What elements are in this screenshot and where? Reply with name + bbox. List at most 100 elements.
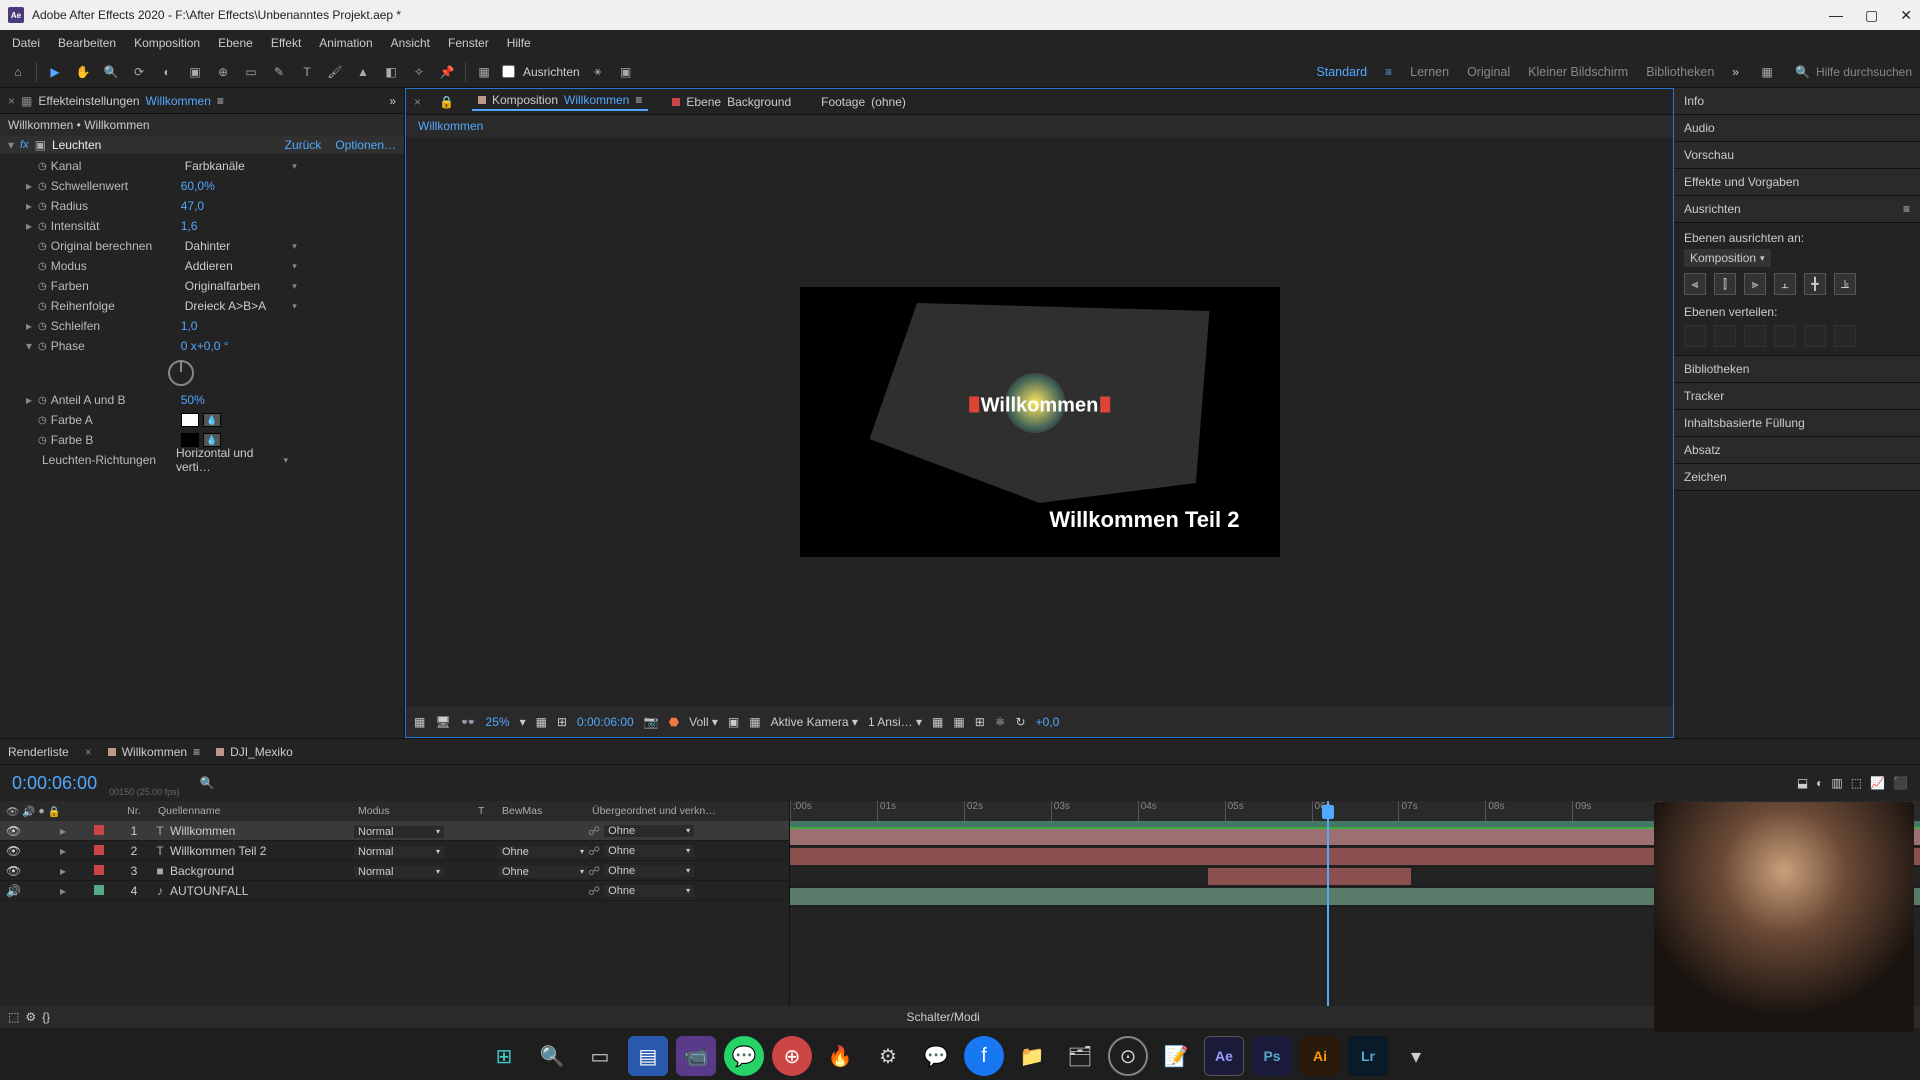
visibility-header-icon[interactable]: 👁 <box>6 805 19 818</box>
preview-panel-header[interactable]: Vorschau <box>1674 142 1920 169</box>
menu-ansicht[interactable]: Ansicht <box>383 32 438 54</box>
viewer-tab-comp[interactable]: Komposition Willkommen ≡ <box>472 93 648 111</box>
intensitaet-value[interactable]: 1,6 <box>181 219 198 233</box>
pixel-aspect-icon[interactable]: ▦ <box>932 715 943 729</box>
flowchart-icon[interactable]: ⚛ <box>995 715 1006 729</box>
menu-ebene[interactable]: Ebene <box>210 32 261 54</box>
workspace-menu-icon[interactable]: ≡ <box>1385 65 1392 79</box>
puppet-tool-icon[interactable]: 📌 <box>437 62 457 82</box>
farben-dropdown[interactable]: Originalfarben▾ <box>181 278 301 294</box>
stopwatch-icon[interactable]: ◷ <box>38 241 47 252</box>
snap-checkbox[interactable] <box>502 65 515 78</box>
maximize-button[interactable]: ▢ <box>1865 7 1878 24</box>
search-input[interactable]: Hilfe durchsuchen <box>1816 65 1912 79</box>
eraser-tool-icon[interactable]: ◧ <box>381 62 401 82</box>
effect-mask-icon[interactable]: ▣ <box>35 138 46 152</box>
col-parent[interactable]: Übergeordnet und verkn… <box>588 805 728 817</box>
tl-tab-renderlist[interactable]: Renderliste <box>8 745 69 759</box>
taskbar-facebook-icon[interactable]: f <box>964 1036 1004 1076</box>
viewer-close-icon[interactable]: × <box>414 95 421 109</box>
stopwatch-icon[interactable]: ◷ <box>38 341 47 352</box>
schleifen-value[interactable]: 1,0 <box>181 319 198 333</box>
col-bew[interactable]: BewMas <box>498 805 588 817</box>
grid-icon[interactable]: ▦ <box>536 715 547 729</box>
tracker-panel-header[interactable]: Tracker <box>1674 383 1920 410</box>
taskbar-whatsapp-icon[interactable]: 💬 <box>724 1036 764 1076</box>
monitor-icon[interactable]: 🖥 <box>435 715 450 729</box>
taskbar-lr-icon[interactable]: Lr <box>1348 1036 1388 1076</box>
orbit-tool-icon[interactable]: ⟳ <box>129 62 149 82</box>
modus-dropdown[interactable]: Addieren▾ <box>181 258 301 274</box>
3d-icon[interactable]: ▦ <box>749 715 760 729</box>
stopwatch-icon[interactable]: ◷ <box>38 321 47 332</box>
twirl-icon[interactable]: ▸ <box>26 199 38 213</box>
resolution-dropdown[interactable]: Voll ▾ <box>689 715 718 729</box>
tl-tab-dji[interactable]: DJI_Mexiko <box>216 745 293 759</box>
exposure-value[interactable]: +0,0 <box>1036 715 1060 729</box>
tl-graph-icon[interactable]: 📈 <box>1870 776 1885 790</box>
rotate-tool-icon[interactable]: ◐ <box>157 62 177 82</box>
taskbar-overflow-icon[interactable]: ▾ <box>1396 1036 1436 1076</box>
menu-komposition[interactable]: Komposition <box>126 32 208 54</box>
stopwatch-icon[interactable]: ◷ <box>38 221 47 232</box>
fast-preview-icon[interactable]: ▦ <box>953 715 964 729</box>
layer-row[interactable]: 👁 ▸ 1 TWillkommen Normal ▾ ☍Ohne ▾ <box>0 821 789 841</box>
taskbar-start-icon[interactable]: ⊞ <box>484 1036 524 1076</box>
align-hcenter-icon[interactable]: ⫿ <box>1714 273 1736 295</box>
viewer-lock-icon[interactable]: 🔒 <box>439 95 454 109</box>
eyedropper-a-icon[interactable]: 💧 <box>203 413 221 427</box>
phase-value[interactable]: 0 x+0,0 ° <box>181 339 229 353</box>
tl-draft-icon[interactable]: ⬛ <box>1893 776 1908 790</box>
panel-overflow-icon[interactable]: » <box>389 94 396 108</box>
taskbar-ai-icon[interactable]: Ai <box>1300 1036 1340 1076</box>
proxy-icon[interactable]: ▣ <box>616 62 636 82</box>
views-dropdown[interactable]: 1 Ansi… ▾ <box>868 715 922 729</box>
anchor-tool-icon[interactable]: ⊕ <box>213 62 233 82</box>
workspace-overflow-icon[interactable]: » <box>1732 65 1739 79</box>
content-aware-header[interactable]: Inhaltsbasierte Füllung <box>1674 410 1920 437</box>
viewer-tab-footage[interactable]: Footage (ohne) <box>815 95 912 109</box>
audio-panel-header[interactable]: Audio <box>1674 115 1920 142</box>
col-t[interactable]: T <box>474 805 498 817</box>
libraries-panel-header[interactable]: Bibliotheken <box>1674 356 1920 383</box>
col-name[interactable]: Quellenname <box>154 805 354 817</box>
zoom-tool-icon[interactable]: 🔍 <box>101 62 121 82</box>
taskbar-taskview-icon[interactable]: ▭ <box>580 1036 620 1076</box>
tl-motion-blur-icon[interactable]: ⬚ <box>1851 776 1862 790</box>
tl-toggle-icon[interactable]: ⚙ <box>25 1010 36 1024</box>
tab-close-icon[interactable]: × <box>85 745 92 759</box>
align-vcenter-icon[interactable]: ╋ <box>1804 273 1826 295</box>
taskbar-app-icon[interactable]: ▤ <box>628 1036 668 1076</box>
stamp-tool-icon[interactable]: ▲ <box>353 62 373 82</box>
pen-tool-icon[interactable]: ✎ <box>269 62 289 82</box>
playhead[interactable] <box>1327 801 1329 1006</box>
stopwatch-icon[interactable]: ◷ <box>38 435 47 446</box>
panel-toggle-icon[interactable]: ▦ <box>1757 62 1777 82</box>
col-mode[interactable]: Modus <box>354 805 474 817</box>
twirl-icon[interactable]: ▸ <box>26 393 38 407</box>
switches-modes-toggle[interactable]: Schalter/Modi <box>906 1010 979 1024</box>
tab-menu-icon[interactable]: ≡ <box>217 94 224 108</box>
stopwatch-icon[interactable]: ◷ <box>38 201 47 212</box>
rect-tool-icon[interactable]: ▭ <box>241 62 261 82</box>
viewer-breadcrumb[interactable]: Willkommen <box>406 115 1673 137</box>
taskbar-obs-icon[interactable]: ⊙ <box>1108 1036 1148 1076</box>
tl-comp-icon[interactable]: ⬓ <box>1797 776 1808 790</box>
tl-frame-blend-icon[interactable]: ▥ <box>1831 776 1842 790</box>
timecode[interactable]: 0:00:06:00 <box>0 773 109 794</box>
mask-icon[interactable]: 👓 <box>461 715 476 729</box>
richtungen-dropdown[interactable]: Horizontal und verti…▾ <box>172 445 292 475</box>
align-right-icon[interactable]: ⫸ <box>1744 273 1766 295</box>
align-top-icon[interactable]: ⫠ <box>1774 273 1796 295</box>
twirl-icon[interactable]: ▸ <box>26 219 38 233</box>
info-panel-header[interactable]: Info <box>1674 88 1920 115</box>
home-icon[interactable]: ⌂ <box>8 62 28 82</box>
stopwatch-icon[interactable]: ◷ <box>38 301 47 312</box>
snap-options-icon[interactable]: ⚹ <box>588 62 608 82</box>
menu-bearbeiten[interactable]: Bearbeiten <box>50 32 124 54</box>
workspace-kleiner[interactable]: Kleiner Bildschirm <box>1528 65 1628 79</box>
stopwatch-icon[interactable]: ◷ <box>38 281 47 292</box>
anteil-value[interactable]: 50% <box>181 393 205 407</box>
stopwatch-icon[interactable]: ◷ <box>38 181 47 192</box>
col-nr[interactable]: Nr. <box>114 805 154 817</box>
